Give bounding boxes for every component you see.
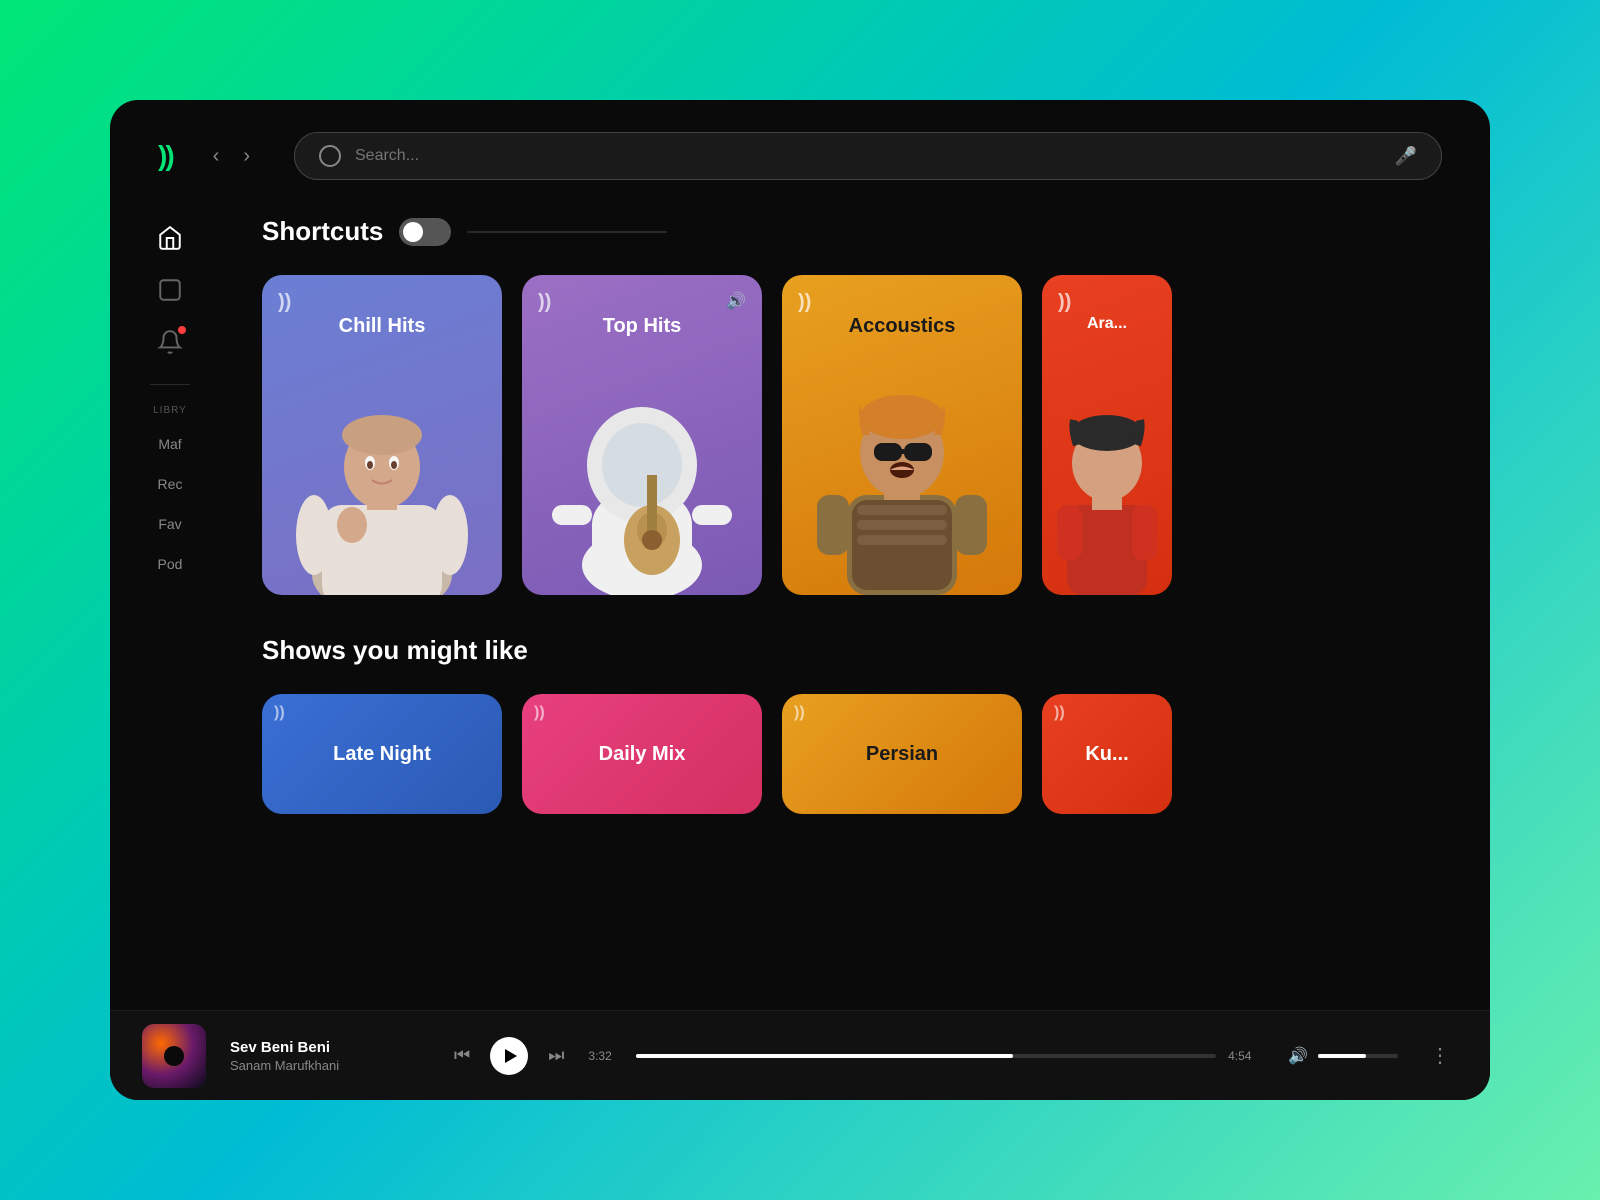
top-hits-person bbox=[542, 355, 742, 595]
top-hits-image bbox=[522, 355, 762, 595]
volume-fill bbox=[1318, 1054, 1366, 1058]
arabic-person bbox=[1042, 375, 1172, 595]
top-hits-title: Top Hits bbox=[522, 315, 762, 338]
sidebar-item-fav[interactable]: Fav bbox=[110, 508, 230, 540]
notification-badge bbox=[178, 326, 186, 334]
daily-mix-icon: )) bbox=[534, 704, 545, 722]
chill-hits-title: Chill Hits bbox=[262, 315, 502, 338]
app-logo: )) bbox=[158, 140, 173, 172]
library-label: LIBRY bbox=[153, 405, 187, 416]
shows-title: Shows you might like bbox=[262, 635, 1458, 666]
app-window: )) ‹ › 🎤 LIBRY Maf Rec bbox=[110, 100, 1490, 1100]
volume-section: 🔊 bbox=[1288, 1046, 1398, 1066]
card-persian[interactable]: )) Persian bbox=[782, 694, 1022, 814]
shortcuts-header: Shortcuts bbox=[262, 216, 1458, 247]
chill-hits-image bbox=[262, 355, 502, 595]
player-controls: ⏮ ⏭ bbox=[454, 1037, 564, 1075]
shortcuts-toggle[interactable] bbox=[399, 218, 451, 246]
card-top-hits[interactable]: )) 🔊 Top Hits bbox=[522, 275, 762, 595]
card-daily-mix[interactable]: )) Daily Mix bbox=[522, 694, 762, 814]
sidebar-item-maf[interactable]: Maf bbox=[110, 428, 230, 460]
accoustics-person bbox=[802, 355, 1002, 595]
card-chill-hits[interactable]: )) Chill Hits bbox=[262, 275, 502, 595]
sidebar-item-home[interactable] bbox=[148, 216, 192, 260]
ku-title: Ku... bbox=[1085, 743, 1128, 766]
shortcuts-cards-row: )) Chill Hits bbox=[262, 275, 1458, 595]
toggle-line bbox=[467, 231, 667, 233]
microphone-icon[interactable]: 🎤 bbox=[1395, 146, 1417, 167]
daily-mix-title: Daily Mix bbox=[599, 743, 686, 766]
next-button[interactable]: ⏭ bbox=[548, 1045, 564, 1066]
arabic-music-icon: )) bbox=[1058, 291, 1071, 314]
accoustics-image bbox=[782, 355, 1022, 595]
current-time: 3:32 bbox=[588, 1049, 624, 1063]
track-artist: Sanam Marufkhani bbox=[230, 1058, 430, 1073]
nav-forward-button[interactable]: › bbox=[235, 141, 258, 172]
card-ku[interactable]: )) Ku... bbox=[1042, 694, 1172, 814]
search-icon bbox=[319, 145, 341, 167]
main-content: LIBRY Maf Rec Fav Pod Shortcuts )) Chill… bbox=[110, 200, 1490, 1010]
late-night-title: Late Night bbox=[333, 743, 431, 766]
nav-arrows: ‹ › bbox=[205, 141, 258, 172]
ku-icon: )) bbox=[1054, 704, 1065, 722]
sidebar: LIBRY Maf Rec Fav Pod bbox=[110, 200, 230, 1010]
sidebar-item-rec[interactable]: Rec bbox=[110, 468, 230, 500]
accoustics-title: Accoustics bbox=[782, 315, 1022, 338]
persian-icon: )) bbox=[794, 704, 805, 722]
search-input[interactable] bbox=[355, 147, 1381, 165]
arabic-image bbox=[1042, 355, 1172, 595]
shortcuts-title: Shortcuts bbox=[262, 216, 383, 247]
progress-bar[interactable] bbox=[636, 1054, 1216, 1058]
shows-cards-row: )) Late Night )) Daily Mix )) Persian ))… bbox=[262, 694, 1458, 814]
sidebar-item-pod[interactable]: Pod bbox=[110, 548, 230, 580]
track-name: Sev Beni Beni bbox=[230, 1039, 430, 1056]
sidebar-item-playlist[interactable] bbox=[148, 268, 192, 312]
accoustics-music-icon: )) bbox=[798, 291, 811, 314]
progress-section: 3:32 4:54 bbox=[588, 1049, 1264, 1063]
volume-bar[interactable] bbox=[1318, 1054, 1398, 1058]
card-late-night[interactable]: )) Late Night bbox=[262, 694, 502, 814]
total-time: 4:54 bbox=[1228, 1049, 1264, 1063]
content-area: Shortcuts )) Chill Hits bbox=[230, 200, 1490, 1010]
search-bar: 🎤 bbox=[294, 132, 1442, 180]
prev-button[interactable]: ⏮ bbox=[454, 1045, 470, 1066]
sidebar-item-notifications[interactable] bbox=[148, 320, 192, 364]
persian-title: Persian bbox=[866, 743, 938, 766]
nav-back-button[interactable]: ‹ bbox=[205, 141, 228, 172]
arabic-title: Ara... bbox=[1042, 315, 1172, 333]
top-hits-music-icon: )) bbox=[538, 291, 551, 314]
progress-fill bbox=[636, 1054, 1013, 1058]
late-night-icon: )) bbox=[274, 704, 285, 722]
chill-hits-person bbox=[292, 375, 472, 595]
volume-icon: 🔊 bbox=[1288, 1046, 1308, 1066]
album-art bbox=[142, 1024, 206, 1088]
shows-section: Shows you might like )) Late Night )) Da… bbox=[262, 635, 1458, 814]
top-bar: )) ‹ › 🎤 bbox=[110, 100, 1490, 200]
top-hits-volume-icon: 🔊 bbox=[726, 291, 746, 311]
more-options-button[interactable]: ⋮ bbox=[1422, 1043, 1458, 1068]
card-arabic[interactable]: )) Ara... bbox=[1042, 275, 1172, 595]
card-accoustics[interactable]: )) Accoustics bbox=[782, 275, 1022, 595]
player-bar: Sev Beni Beni Sanam Marufkhani ⏮ ⏭ 3:32 … bbox=[110, 1010, 1490, 1100]
chill-hits-music-icon: )) bbox=[278, 291, 291, 314]
sidebar-divider bbox=[150, 384, 190, 385]
track-info: Sev Beni Beni Sanam Marufkhani bbox=[230, 1039, 430, 1073]
play-button[interactable] bbox=[490, 1037, 528, 1075]
